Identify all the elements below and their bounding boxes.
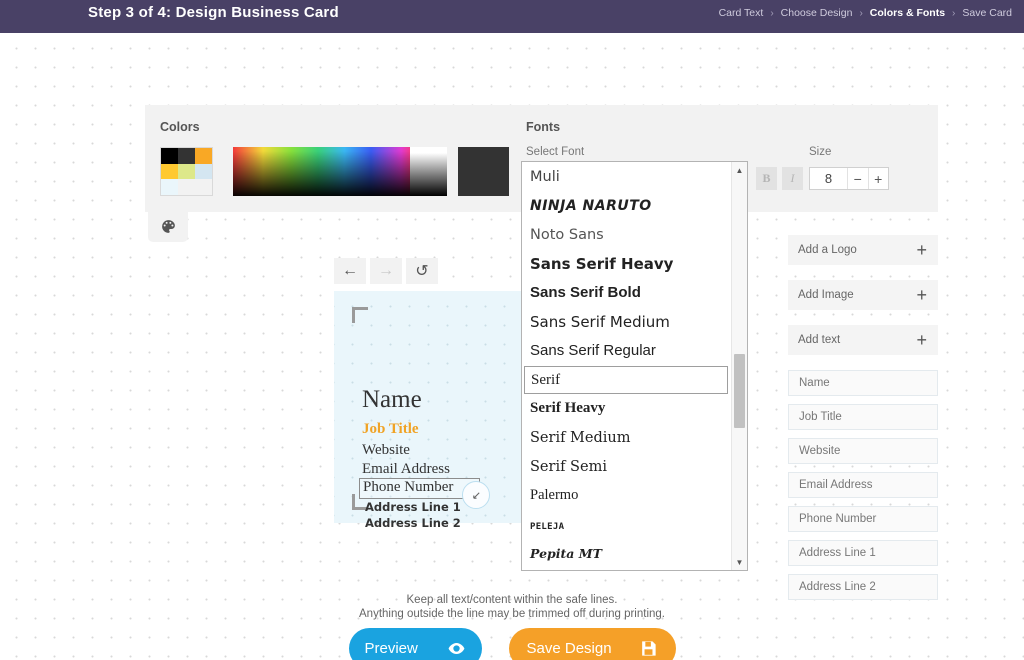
brightness-ramp-picker[interactable] <box>410 147 447 196</box>
card-field-email[interactable]: Email Address <box>362 461 450 478</box>
font-option-sans-serif-medium[interactable]: Sans Serif Medium <box>522 307 733 336</box>
plus-icon: + <box>916 330 927 350</box>
color-swatch[interactable] <box>195 179 212 195</box>
breadcrumb-item-choose-design[interactable]: Choose Design <box>781 7 853 19</box>
fonts-section-title: Fonts <box>526 120 561 134</box>
size-label: Size <box>809 146 832 158</box>
font-option-sans-serif-regular[interactable]: Sans Serif Regular <box>522 336 733 365</box>
save-design-button[interactable]: Save Design <box>508 628 676 660</box>
add-text-label: Add text <box>798 334 841 346</box>
scroll-down-arrow-icon[interactable]: ▼ <box>732 555 747 569</box>
font-option-sans-serif-bold[interactable]: Sans Serif Bold <box>522 278 733 307</box>
font-option-peleja[interactable]: Peleja <box>522 510 733 539</box>
resize-handle-icon[interactable] <box>462 481 490 509</box>
scroll-up-arrow-icon[interactable]: ▲ <box>732 163 747 177</box>
card-field-address-line-2[interactable]: Address Line 2 <box>365 516 461 530</box>
card-history-toolbar: ← → ↺ <box>334 258 438 284</box>
add-logo-button[interactable]: Add a Logo + <box>788 235 938 265</box>
diagonal-resize-arrow-icon <box>472 491 480 499</box>
add-text-button[interactable]: Add text + <box>788 325 938 355</box>
field-chip-name[interactable]: Name <box>788 370 938 396</box>
breadcrumb-separator-icon: › <box>770 7 774 19</box>
top-header-bar: Step 3 of 4: Design Business Card Card T… <box>0 0 1024 33</box>
field-chip-address-1[interactable]: Address Line 1 <box>788 540 938 566</box>
palette-icon <box>161 219 175 233</box>
redo-button[interactable]: → <box>370 258 402 284</box>
colors-section-title: Colors <box>160 120 200 134</box>
save-disk-icon <box>639 639 658 658</box>
font-options-dropdown[interactable]: Muli Ninja Naruto Noto Sans Sans Serif Heav… <box>521 161 748 571</box>
field-chip-email[interactable]: Email Address <box>788 472 938 498</box>
palette-tab-button[interactable] <box>148 210 188 242</box>
add-image-button[interactable]: Add Image + <box>788 280 938 310</box>
font-option-muli[interactable]: Muli <box>522 162 733 191</box>
font-size-value[interactable]: 8 <box>810 168 849 189</box>
action-button-row: Preview Save Design <box>0 628 1024 660</box>
add-logo-label: Add a Logo <box>798 244 857 256</box>
color-swatch[interactable] <box>178 163 195 180</box>
font-size-stepper[interactable]: 8 − + <box>809 167 889 190</box>
add-image-label: Add Image <box>798 289 854 301</box>
business-card-designer-page: Step 3 of 4: Design Business Card Card T… <box>0 0 1024 660</box>
font-size-increase-button[interactable]: + <box>869 168 888 189</box>
font-option-serif-medium[interactable]: Serif Medium <box>522 423 733 452</box>
font-option-petit-formal-script[interactable]: Petit Formal Script <box>522 568 733 570</box>
breadcrumb-separator-icon: › <box>952 7 956 19</box>
elements-rail: Add a Logo + Add Image + Add text + Name… <box>788 235 938 608</box>
breadcrumb-item-card-text[interactable]: Card Text <box>719 7 764 19</box>
font-option-sans-serif-heavy[interactable]: Sans Serif Heavy <box>522 249 733 278</box>
italic-button[interactable]: I <box>782 167 803 190</box>
color-swatch[interactable] <box>195 163 212 180</box>
undo-button[interactable]: ← <box>334 258 366 284</box>
card-field-phone-number: Phone Number <box>363 479 454 495</box>
preview-button-label: Preview <box>364 640 418 657</box>
font-option-pepita-mt[interactable]: Pepita MT <box>522 539 733 568</box>
color-swatch[interactable] <box>161 179 178 195</box>
bold-button[interactable]: B <box>756 167 777 190</box>
page-title: Step 3 of 4: Design Business Card <box>88 4 339 21</box>
breadcrumb-item-save-card[interactable]: Save Card <box>962 7 1012 19</box>
card-field-website[interactable]: Website <box>362 442 410 459</box>
color-swatch[interactable] <box>161 163 178 180</box>
select-font-label: Select Font <box>526 146 585 158</box>
font-option-serif-semi[interactable]: Serif Semi <box>522 452 733 481</box>
font-option-noto-sans[interactable]: Noto Sans <box>522 220 733 249</box>
breadcrumb-item-colors-fonts[interactable]: Colors & Fonts <box>870 7 945 19</box>
color-swatch[interactable] <box>195 148 212 164</box>
plus-icon: + <box>916 240 927 260</box>
dropdown-scrollbar[interactable]: ▲ ▼ <box>731 162 747 570</box>
current-color-preview <box>458 147 509 196</box>
preview-button[interactable]: Preview <box>348 628 482 660</box>
field-chip-website[interactable]: Website <box>788 438 938 464</box>
font-options-list: Muli Ninja Naruto Noto Sans Sans Serif Heav… <box>522 162 733 570</box>
color-swatch[interactable] <box>161 148 178 164</box>
color-spectrum-picker[interactable] <box>233 147 410 196</box>
reset-button[interactable]: ↺ <box>406 258 438 284</box>
field-chip-job-title[interactable]: Job Title <box>788 404 938 430</box>
scrollbar-thumb[interactable] <box>734 354 745 428</box>
breadcrumb-separator-icon: › <box>859 7 863 19</box>
font-option-serif[interactable]: Serif <box>524 366 728 394</box>
font-option-ninja-naruto[interactable]: Ninja Naruto <box>522 191 733 220</box>
color-swatch-grid[interactable] <box>160 147 213 196</box>
font-option-palermo[interactable]: Palermo <box>522 481 733 510</box>
design-canvas-area: Colors Fonts Select Font Size Serif <box>0 33 1024 660</box>
field-chip-phone[interactable]: Phone Number <box>788 506 938 532</box>
crop-mark-top-left-icon <box>352 307 368 323</box>
card-field-address-line-1[interactable]: Address Line 1 <box>365 500 461 514</box>
color-swatch[interactable] <box>178 148 195 164</box>
safe-area-hint-line-2: Anything outside the line may be trimmed… <box>359 608 665 620</box>
color-swatch[interactable] <box>178 179 195 195</box>
save-design-button-label: Save Design <box>526 640 612 657</box>
card-field-job-title[interactable]: Job Title <box>362 421 419 438</box>
plus-icon: + <box>916 285 927 305</box>
font-size-decrease-button[interactable]: − <box>848 168 869 189</box>
eye-icon <box>447 639 466 658</box>
breadcrumb: Card Text › Choose Design › Colors & Fon… <box>719 7 1012 19</box>
safe-area-hint-line-1: Keep all text/content within the safe li… <box>406 594 618 606</box>
card-field-name[interactable]: Name <box>362 386 422 414</box>
font-option-serif-heavy[interactable]: Serif Heavy <box>522 394 733 423</box>
